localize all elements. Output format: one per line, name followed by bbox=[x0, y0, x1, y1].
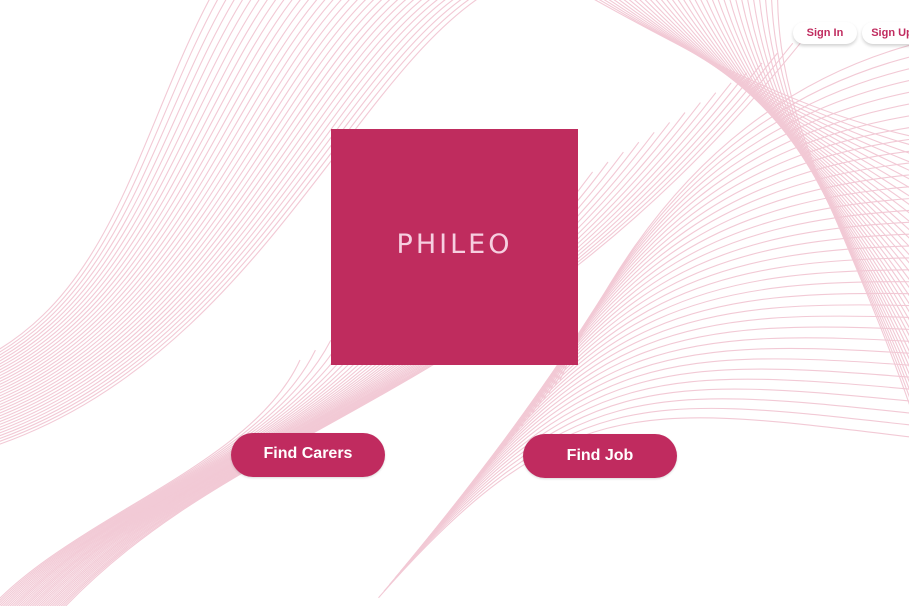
find-carers-button[interactable]: Find Carers bbox=[231, 433, 385, 477]
wave-line bbox=[0, 349, 316, 602]
phileo-logo: PHILEO bbox=[331, 129, 578, 365]
wave-line bbox=[0, 0, 268, 371]
wave-line bbox=[0, 0, 334, 394]
sign-in-button[interactable]: Sign In bbox=[793, 22, 857, 44]
wave-line bbox=[0, 0, 219, 353]
landing-page: Sign In Sign Up PHILEO Find Carers Find … bbox=[0, 0, 909, 606]
find-job-button[interactable]: Find Job bbox=[523, 434, 677, 478]
sign-up-button[interactable]: Sign Up bbox=[862, 22, 909, 44]
wave-line bbox=[0, 0, 350, 400]
logo-wordmark: PHILEO bbox=[396, 228, 513, 260]
wave-line bbox=[0, 0, 210, 350]
